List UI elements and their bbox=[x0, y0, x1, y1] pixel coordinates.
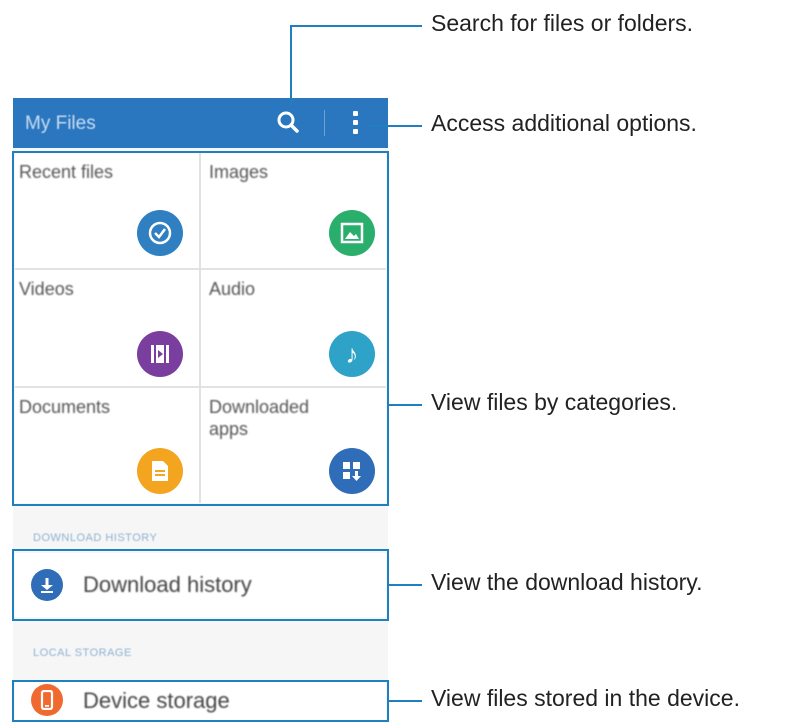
categories-callout: View files by categories. bbox=[431, 389, 678, 415]
local-storage-header: LOCAL STORAGE bbox=[33, 647, 132, 659]
appbar-divider bbox=[324, 110, 325, 136]
more-options-icon bbox=[353, 111, 358, 116]
options-leader bbox=[368, 125, 422, 127]
download-history-highlight bbox=[12, 549, 389, 621]
app-title: My Files bbox=[25, 113, 96, 134]
search-icon bbox=[277, 111, 299, 133]
options-callout: Access additional options. bbox=[431, 110, 697, 136]
search-leader-vertical bbox=[290, 25, 292, 105]
more-options-icon-dot bbox=[353, 129, 358, 134]
download-leader bbox=[389, 584, 422, 586]
storage-leader bbox=[389, 700, 422, 702]
search-leader-horizontal bbox=[290, 25, 422, 27]
storage-callout: View files stored in the device. bbox=[431, 685, 740, 711]
device-storage-highlight bbox=[12, 680, 389, 722]
categories-leader bbox=[389, 404, 422, 406]
search-callout: Search for files or folders. bbox=[431, 10, 694, 36]
download-history-header: DOWNLOAD HISTORY bbox=[33, 532, 158, 544]
more-options-button[interactable] bbox=[346, 106, 366, 140]
search-button[interactable] bbox=[271, 106, 305, 140]
download-callout: View the download history. bbox=[431, 569, 703, 595]
categories-highlight bbox=[12, 151, 389, 506]
more-options-icon-dot bbox=[353, 120, 358, 125]
app-bar: My Files bbox=[13, 98, 388, 148]
